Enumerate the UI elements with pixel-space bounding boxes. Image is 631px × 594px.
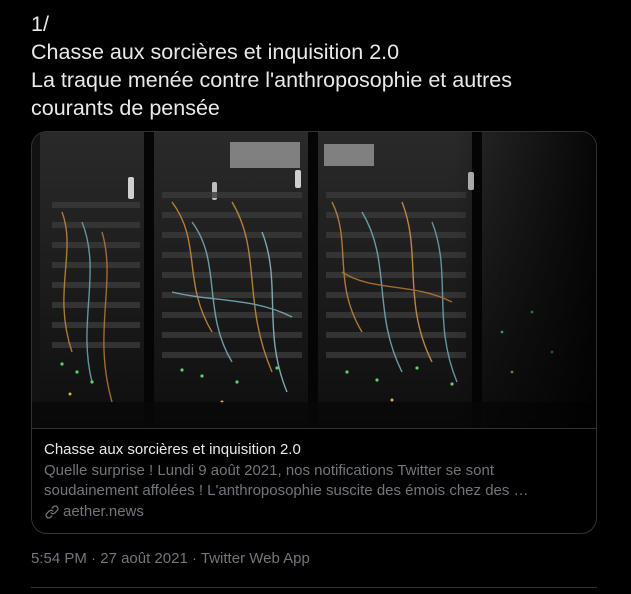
link-preview-card[interactable]: Chasse aux sorcières et inquisition 2.0 … bbox=[31, 131, 597, 534]
card-body[interactable]: Chasse aux sorcières et inquisition 2.0 … bbox=[44, 440, 584, 522]
card-description-line: soudainement affolées ! L'anthroposophie… bbox=[44, 482, 529, 499]
tweet-time-link[interactable]: 5:54 PM · 27 août 2021 bbox=[31, 550, 188, 567]
link-icon bbox=[44, 504, 60, 520]
meta-separator: · bbox=[191, 550, 197, 567]
card-domain[interactable]: aether.news bbox=[44, 502, 584, 522]
card-description: Quelle surprise ! Lundi 9 août 2021, nos… bbox=[44, 461, 584, 501]
card-description-line: Quelle surprise ! Lundi 9 août 2021, nos… bbox=[44, 462, 494, 479]
tweet-text-line: 1/ bbox=[31, 12, 49, 36]
tweet-date: 27 août 2021 bbox=[100, 550, 188, 567]
card-image-server-racks[interactable] bbox=[32, 132, 596, 429]
tweet-source-link[interactable]: Twitter Web App bbox=[201, 550, 310, 567]
tweet: 1/ Chasse aux sorcières et inquisition 2… bbox=[0, 0, 631, 594]
card-domain-text: aether.news bbox=[63, 503, 144, 520]
card-title: Chasse aux sorcières et inquisition 2.0 bbox=[44, 441, 301, 458]
tweet-text-line: La traque menée contre l'anthroposophie … bbox=[31, 68, 513, 92]
divider bbox=[31, 587, 597, 588]
tweet-text-line: Chasse aux sorcières et inquisition 2.0 bbox=[31, 40, 400, 64]
tweet-text-line: courants de pensée bbox=[31, 96, 220, 120]
tweet-text: 1/ Chasse aux sorcières et inquisition 2… bbox=[31, 10, 601, 122]
tweet-time: 5:54 PM bbox=[31, 550, 87, 567]
meta-separator: · bbox=[91, 550, 97, 567]
server-racks-image bbox=[32, 132, 596, 428]
tweet-meta: 5:54 PM · 27 août 2021 · Twitter Web App bbox=[31, 549, 310, 569]
